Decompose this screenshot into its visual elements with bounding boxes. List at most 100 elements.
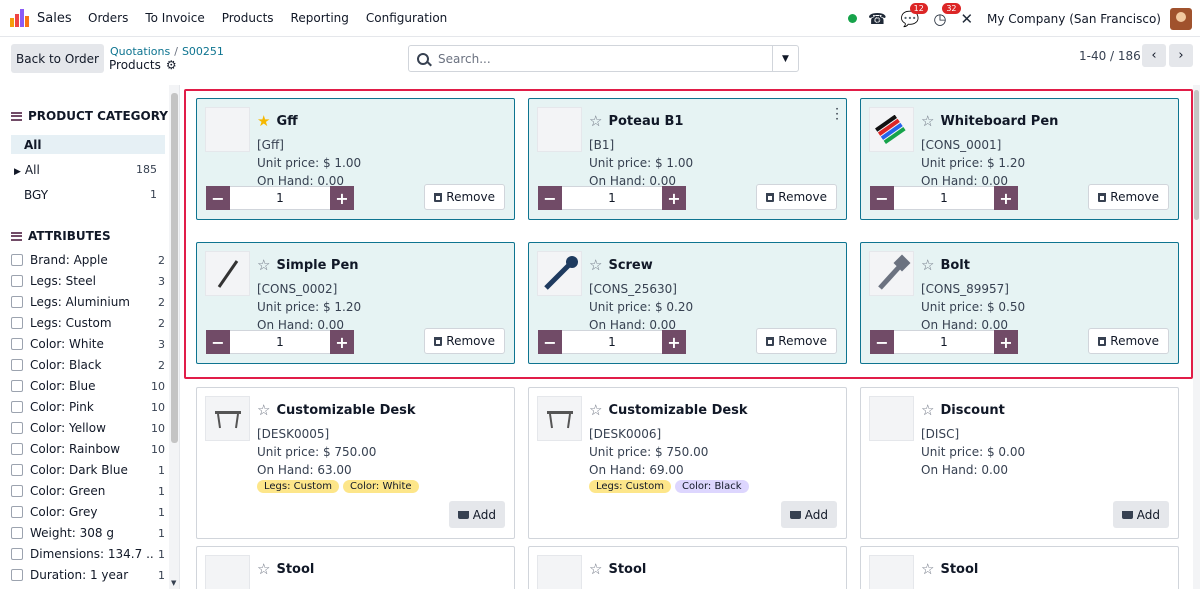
remove-button[interactable]: Remove (756, 184, 837, 210)
menu-configuration[interactable]: Configuration (366, 11, 447, 25)
remove-button[interactable]: Remove (424, 184, 505, 210)
attribute-filter[interactable]: Duration: 1 year 1 (11, 566, 165, 584)
main-scrollbar[interactable] (1193, 85, 1200, 589)
user-avatar[interactable] (1170, 7, 1192, 30)
product-card[interactable]: ☆ Customizable Desk [DESK0006] Unit price… (528, 387, 847, 539)
remove-button[interactable]: Remove (756, 328, 837, 354)
increase-qty-button[interactable]: + (330, 186, 354, 210)
decrease-qty-button[interactable]: − (870, 330, 894, 354)
product-card[interactable]: ★ Gff [Gff] Unit price: $ 1.00 On Hand: 0… (196, 98, 515, 220)
scrollbar-thumb[interactable] (171, 93, 178, 443)
attribute-filter[interactable]: Color: Green 1 (11, 482, 165, 500)
product-card[interactable]: ☆ Stool (196, 546, 515, 589)
attribute-filter[interactable]: Color: Blue 10 (11, 377, 165, 395)
more-options-icon[interactable]: · · · (835, 103, 839, 125)
attribute-filter[interactable]: Weight: 308 g 1 (11, 524, 165, 542)
favorite-star-icon[interactable]: ☆ (589, 256, 602, 274)
search-options-toggle[interactable]: ▼ (772, 46, 798, 71)
product-card[interactable]: ☆ Whiteboard Pen [CONS_0001] Unit price: … (860, 98, 1179, 220)
product-card[interactable]: · · · ☆ Poteau B1 [B1] Unit price: $ 1.00 O… (528, 98, 847, 220)
product-card[interactable]: ☆ Screw [CONS_25630] Unit price: $ 0.20 O… (528, 242, 847, 364)
decrease-qty-button[interactable]: − (538, 330, 562, 354)
checkbox[interactable] (11, 506, 23, 518)
qty-input[interactable]: 1 (562, 330, 662, 354)
caret-right-icon[interactable]: ▶ (14, 167, 21, 177)
attribute-filter[interactable]: Legs: Aluminium 2 (11, 293, 165, 311)
activity-clock-icon[interactable]: ◷ 32 (933, 2, 961, 28)
search-input[interactable]: Search... (438, 52, 772, 66)
qty-input[interactable]: 1 (230, 186, 330, 210)
attribute-filter[interactable]: Brand: Apple 2 (11, 251, 165, 269)
product-card[interactable]: ☆ Stool (528, 546, 847, 589)
pager-next-button[interactable]: › (1169, 44, 1193, 67)
attribute-filter[interactable]: Legs: Custom 2 (11, 314, 165, 332)
checkbox[interactable] (11, 296, 23, 308)
checkbox[interactable] (11, 401, 23, 413)
favorite-star-icon[interactable]: ★ (257, 112, 270, 130)
favorite-star-icon[interactable]: ☆ (921, 560, 934, 578)
company-switcher[interactable]: My Company (San Francisco) (987, 12, 1161, 26)
remove-button[interactable]: Remove (1088, 328, 1169, 354)
pager-value[interactable]: 1-40 / 186 (1079, 49, 1141, 63)
favorite-star-icon[interactable]: ☆ (921, 112, 934, 130)
attribute-filter[interactable]: Color: Pink 10 (11, 398, 165, 416)
breadcrumb-quotations[interactable]: Quotations (110, 45, 170, 58)
attribute-filter[interactable]: Color: Grey 1 (11, 503, 165, 521)
increase-qty-button[interactable]: + (662, 186, 686, 210)
favorite-star-icon[interactable]: ☆ (589, 112, 602, 130)
category-all-selected[interactable]: All (11, 135, 165, 154)
qty-input[interactable]: 1 (562, 186, 662, 210)
product-card[interactable]: ☆ Discount [DISC] Unit price: $ 0.00 On H… (860, 387, 1179, 539)
checkbox[interactable] (11, 254, 23, 266)
attribute-filter[interactable]: Color: Yellow 10 (11, 419, 165, 437)
pager-previous-button[interactable]: ‹ (1142, 44, 1166, 67)
breadcrumb-order[interactable]: S00251 (182, 45, 224, 58)
checkbox[interactable] (11, 548, 23, 560)
qty-input[interactable]: 1 (894, 330, 994, 354)
product-card[interactable]: ☆ Bolt [CONS_89957] Unit price: $ 0.50 On… (860, 242, 1179, 364)
attribute-filter[interactable]: Dimensions: 134.7 ... 1 (11, 545, 165, 563)
attribute-filter[interactable]: Color: Dark Blue 1 (11, 461, 165, 479)
favorite-star-icon[interactable]: ☆ (257, 560, 270, 578)
checkbox[interactable] (11, 380, 23, 392)
checkbox[interactable] (11, 464, 23, 476)
remove-button[interactable]: Remove (424, 328, 505, 354)
attribute-filter[interactable]: Color: Black 2 (11, 356, 165, 374)
category-all[interactable]: ▶ All 185 (11, 160, 165, 179)
decrease-qty-button[interactable]: − (206, 186, 230, 210)
checkbox[interactable] (11, 422, 23, 434)
scroll-down-arrow-icon[interactable]: ▼ (171, 579, 176, 587)
back-to-order-button[interactable]: Back to Order (11, 44, 104, 73)
favorite-star-icon[interactable]: ☆ (921, 256, 934, 274)
remove-button[interactable]: Remove (1088, 184, 1169, 210)
increase-qty-button[interactable]: + (330, 330, 354, 354)
product-card[interactable]: ☆ Simple Pen [CONS_0002] Unit price: $ 1.… (196, 242, 515, 364)
attribute-filter[interactable]: Color: Rainbow 10 (11, 440, 165, 458)
checkbox[interactable] (11, 275, 23, 287)
debug-tools-icon[interactable]: ✕ (960, 10, 973, 28)
favorite-star-icon[interactable]: ☆ (589, 401, 602, 419)
qty-input[interactable]: 1 (894, 186, 994, 210)
category-bgy[interactable]: BGY 1 (11, 185, 165, 204)
increase-qty-button[interactable]: + (994, 186, 1018, 210)
chat-icon[interactable]: 💬 12 (901, 2, 928, 28)
favorite-star-icon[interactable]: ☆ (257, 256, 270, 274)
qty-input[interactable]: 1 (230, 330, 330, 354)
app-brand[interactable]: Sales (10, 9, 72, 27)
increase-qty-button[interactable]: + (662, 330, 686, 354)
menu-products[interactable]: Products (222, 11, 274, 25)
checkbox[interactable] (11, 569, 23, 581)
scrollbar-thumb[interactable] (1194, 90, 1199, 220)
sidebar-scrollbar[interactable]: ▼ (169, 85, 179, 589)
checkbox[interactable] (11, 485, 23, 497)
menu-to-invoice[interactable]: To Invoice (145, 11, 204, 25)
checkbox[interactable] (11, 338, 23, 350)
decrease-qty-button[interactable]: − (206, 330, 230, 354)
gear-icon[interactable]: ⚙ (166, 58, 177, 72)
decrease-qty-button[interactable]: − (870, 186, 894, 210)
product-card[interactable]: ☆ Stool (860, 546, 1179, 589)
checkbox[interactable] (11, 443, 23, 455)
add-button[interactable]: Add (780, 501, 837, 528)
attribute-filter[interactable]: Color: White 3 (11, 335, 165, 353)
decrease-qty-button[interactable]: − (538, 186, 562, 210)
